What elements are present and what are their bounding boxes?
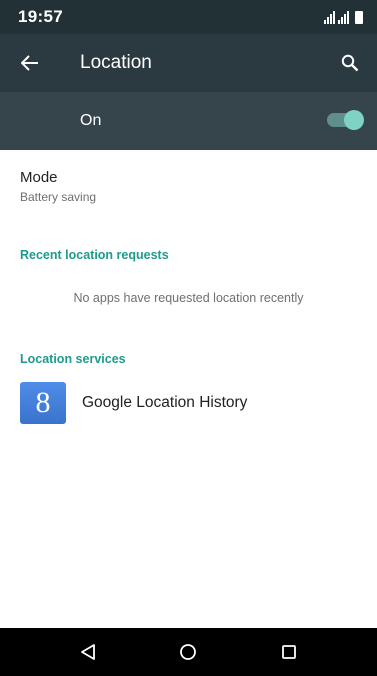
mode-title: Mode: [20, 169, 58, 186]
mode-preference[interactable]: Mode Battery saving: [0, 163, 377, 219]
back-triangle-icon: [81, 644, 96, 660]
service-item-google-location-history[interactable]: 8 Google Location History: [0, 380, 377, 426]
status-bar: 19:57: [0, 0, 377, 34]
page-title: Location: [80, 52, 152, 73]
recent-requests-header: Recent location requests: [20, 248, 169, 262]
search-icon: [341, 54, 359, 72]
google-settings-icon: 8: [20, 382, 66, 424]
arrow-left-icon: [21, 55, 38, 71]
toolbar: Location: [0, 34, 377, 92]
google-icon-glyph: 8: [35, 386, 51, 419]
signal-sim2-icon: [338, 11, 349, 24]
status-icons: [324, 10, 363, 24]
location-services-header: Location services: [20, 352, 126, 366]
service-item-label: Google Location History: [82, 394, 248, 411]
nav-home-button[interactable]: [168, 632, 208, 672]
home-circle-icon: [180, 644, 197, 660]
screen: 19:57 Location On Mode Battery saving Re…: [0, 0, 377, 676]
back-button[interactable]: [0, 34, 60, 92]
mode-summary: Battery saving: [20, 190, 97, 204]
nav-back-button[interactable]: [68, 632, 108, 672]
recents-square-icon: [281, 645, 296, 659]
nav-recents-button[interactable]: [269, 632, 309, 672]
signal-sim1-icon: [324, 11, 335, 24]
navigation-bar: [0, 628, 377, 676]
location-switch-bar[interactable]: On: [0, 92, 377, 150]
battery-icon: [355, 11, 363, 24]
status-time: 19:57: [18, 7, 63, 26]
toggle-thumb: [344, 110, 364, 130]
location-toggle[interactable]: [327, 110, 364, 130]
switch-label: On: [80, 112, 102, 129]
recent-requests-empty-text: No apps have requested location recently: [73, 291, 304, 305]
search-button[interactable]: [333, 46, 367, 80]
